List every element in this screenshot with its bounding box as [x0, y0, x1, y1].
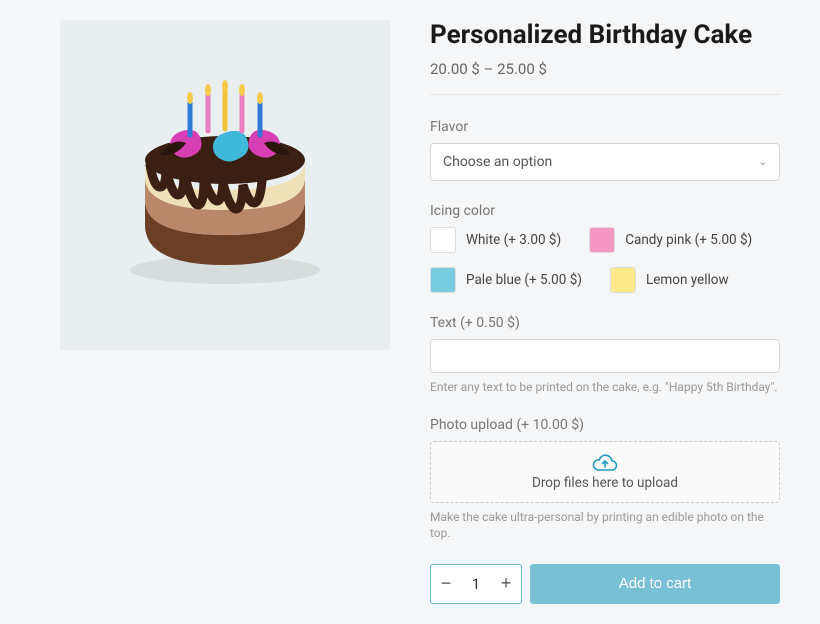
swatch-label: Lemon yellow	[646, 272, 729, 288]
cloud-upload-icon	[592, 453, 618, 473]
price-range: 20.00 $ – 25.00 $	[430, 60, 780, 78]
icing-option-candy-pink[interactable]: Candy pink (+ 5.00 $)	[589, 227, 752, 253]
photo-upload-help: Make the cake ultra-personal by printing…	[430, 509, 780, 541]
icing-option-white[interactable]: White (+ 3.00 $)	[430, 227, 561, 253]
swatch-icon	[589, 227, 615, 253]
photo-dropzone[interactable]: Drop files here to upload	[430, 441, 780, 503]
text-field-help: Enter any text to be printed on the cake…	[430, 379, 780, 395]
swatch-label: Pale blue (+ 5.00 $)	[466, 272, 582, 288]
photo-upload-label: Photo upload (+ 10.00 $)	[430, 417, 780, 433]
swatch-icon	[610, 267, 636, 293]
swatch-icon	[430, 267, 456, 293]
product-image[interactable]	[60, 20, 390, 350]
qty-decrease-button[interactable]: −	[431, 565, 461, 603]
product-title: Personalized Birthday Cake	[430, 20, 780, 50]
quantity-stepper: − 1 +	[430, 564, 522, 604]
qty-increase-button[interactable]: +	[491, 565, 521, 603]
add-to-cart-button[interactable]: Add to cart	[530, 564, 780, 604]
dropzone-text: Drop files here to upload	[532, 475, 678, 491]
swatch-label: White (+ 3.00 $)	[466, 232, 561, 248]
swatch-icon	[430, 227, 456, 253]
icing-label: Icing color	[430, 203, 780, 219]
flavor-select-value: Choose an option	[443, 154, 552, 170]
product-gallery	[60, 20, 390, 604]
text-field-label: Text (+ 0.50 $)	[430, 315, 780, 331]
qty-value: 1	[461, 575, 491, 593]
chevron-down-icon: ⌄	[759, 157, 767, 168]
divider	[430, 94, 780, 95]
icing-option-pale-blue[interactable]: Pale blue (+ 5.00 $)	[430, 267, 582, 293]
icing-option-lemon-yellow[interactable]: Lemon yellow	[610, 267, 729, 293]
swatch-label: Candy pink (+ 5.00 $)	[625, 232, 752, 248]
flavor-label: Flavor	[430, 119, 780, 135]
flavor-select[interactable]: Choose an option ⌄	[430, 143, 780, 181]
cake-text-input[interactable]	[430, 339, 780, 373]
